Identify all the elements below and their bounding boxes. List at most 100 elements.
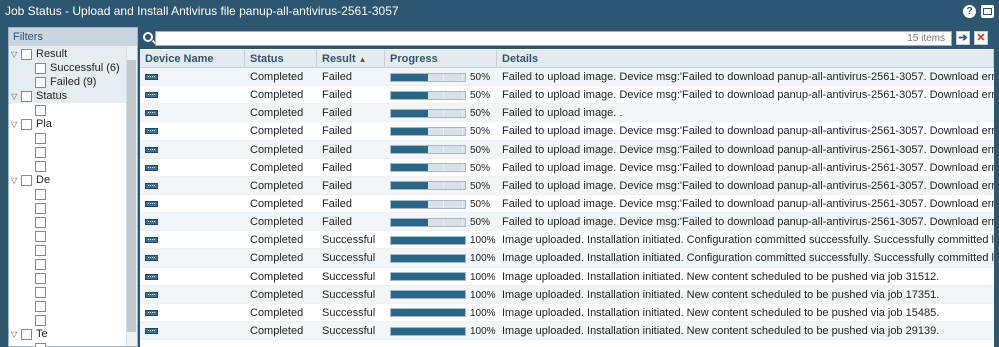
device-cell [140,86,245,103]
progress-bar [390,308,466,318]
filter-group-template[interactable]: ▽ Te [9,327,48,341]
filter-item-failed[interactable]: Failed (9) [35,75,96,89]
progress-fill [391,182,428,190]
table-row[interactable]: Completed Failed 50% Failed to upload image… [140,122,994,141]
filter-item[interactable] [35,145,50,159]
progress-fill [391,128,428,136]
collapse-triangle-icon[interactable]: ▽ [11,92,21,101]
column-header-result[interactable]: Result ▲ [317,50,385,67]
filter-checkbox[interactable] [21,48,32,60]
progress-fill [391,327,465,335]
status-cell: Completed [250,288,304,301]
filter-checkbox[interactable] [35,132,46,144]
filter-item[interactable] [35,313,50,327]
filter-group-platform[interactable]: ▽ Pla [9,117,52,131]
filter-item[interactable] [35,187,50,201]
filter-checkbox[interactable] [35,188,46,200]
filter-checkbox[interactable] [35,300,46,312]
filters-scrollbar[interactable] [126,46,137,346]
table-row[interactable]: Completed Failed 50% Failed to upload image… [140,195,994,214]
filter-checkbox[interactable] [35,216,46,228]
filter-item[interactable] [35,215,50,229]
arrow-right-icon[interactable]: ➔ [956,31,970,45]
status-cell: Completed [250,161,304,174]
progress-cell: 100% [385,249,497,266]
collapse-triangle-icon[interactable]: ▽ [11,50,21,59]
filter-checkbox[interactable] [35,160,46,172]
search-input[interactable]: 15 items [155,31,952,46]
details-cell: Failed to upload image. Device msg:'Fail… [502,89,994,102]
filter-item[interactable] [35,271,50,285]
filter-checkbox[interactable] [35,76,46,88]
filter-item[interactable] [35,201,50,215]
filter-item[interactable] [35,229,50,243]
progress-bar [390,326,466,336]
sort-ascending-icon[interactable]: ▲ [359,55,367,64]
table-row[interactable]: Completed Failed 50% Failed to upload image… [140,213,994,232]
column-header-progress[interactable]: Progress [385,50,497,67]
filter-checkbox[interactable] [35,146,46,158]
table-row[interactable]: Completed Successful 100% Image uploaded. I… [140,268,994,286]
status-cell: Completed [250,306,304,319]
filter-group-result[interactable]: ▽ Result [9,47,67,61]
column-header-device[interactable]: Device Name [140,50,245,67]
progress-cell: 100% [385,304,497,321]
filter-item[interactable] [35,299,50,313]
table-row[interactable]: Completed Successful 100% Image uploaded. I… [140,231,994,250]
progress-fill [391,218,428,226]
filter-checkbox[interactable] [21,328,32,340]
column-header-status[interactable]: Status [245,50,317,67]
filter-item[interactable] [35,341,50,347]
progress-fill [391,91,428,99]
progress-label: 100% [470,235,496,247]
details-cell: Failed to upload image. Device msg:'Fail… [502,125,994,138]
status-cell: Completed [250,143,304,156]
scrollbar-thumb[interactable] [127,60,136,332]
result-cell: Failed [322,71,352,83]
column-header-details[interactable]: Details [497,50,994,67]
filter-checkbox[interactable] [35,342,46,347]
filter-group-device[interactable]: ▽ De [9,173,50,187]
collapse-triangle-icon[interactable]: ▽ [11,330,21,339]
filter-checkbox[interactable] [35,62,46,74]
progress-bar [390,127,466,137]
filter-item[interactable] [35,159,50,173]
collapse-triangle-icon[interactable]: ▽ [11,120,21,129]
filter-checkbox[interactable] [35,258,46,270]
table-row[interactable]: Completed Failed 50% Failed to upload image… [140,104,994,123]
details-cell: Image uploaded. Installation initiated. … [502,270,940,283]
table-row[interactable]: Completed Failed 50% Failed to upload image… [140,140,994,159]
table-row[interactable]: Completed Successful 100% Image uploaded. I… [140,285,994,304]
collapse-triangle-icon[interactable]: ▽ [11,176,21,185]
table-row[interactable]: Completed Successful 100% Image uploaded. I… [140,249,994,268]
table-row[interactable]: Completed Successful 100% Image uploaded. I… [140,304,994,322]
filter-item[interactable] [35,103,50,117]
filter-checkbox[interactable] [35,244,46,256]
details-cell: Image uploaded. Installation initiated. … [502,306,940,319]
table-row[interactable]: Completed Failed 50% Failed to upload image… [140,86,994,105]
table-row[interactable]: Completed Failed 50% Failed to upload image… [140,68,994,87]
filter-item[interactable] [35,257,50,271]
maximize-icon[interactable] [981,4,994,18]
close-icon[interactable]: ✕ [974,31,988,45]
filter-item[interactable] [35,285,50,299]
filter-checkbox[interactable] [35,104,46,116]
filter-checkbox[interactable] [35,286,46,298]
filter-checkbox[interactable] [35,314,46,326]
table-row[interactable]: Completed Failed 50% Failed to upload image… [140,176,994,195]
window-title: Job Status - Upload and Install Antiviru… [5,4,399,18]
filter-group-status[interactable]: ▽ Status [9,89,67,103]
filter-checkbox[interactable] [35,230,46,242]
filter-checkbox[interactable] [35,202,46,214]
filter-item[interactable] [35,131,50,145]
details-cell: Image uploaded. Installation initiated. … [502,324,940,337]
table-row[interactable]: Completed Failed 50% Failed to upload image… [140,159,994,177]
table-row[interactable]: Completed Successful 100% Image uploaded. I… [140,321,994,341]
filter-checkbox[interactable] [21,90,32,102]
filter-item[interactable] [35,243,50,257]
filter-checkbox[interactable] [21,118,32,130]
filter-item-successful[interactable]: Successful (6) [35,61,120,75]
filter-checkbox[interactable] [35,272,46,284]
filter-checkbox[interactable] [21,174,32,186]
help-icon[interactable]: ? [963,4,976,18]
